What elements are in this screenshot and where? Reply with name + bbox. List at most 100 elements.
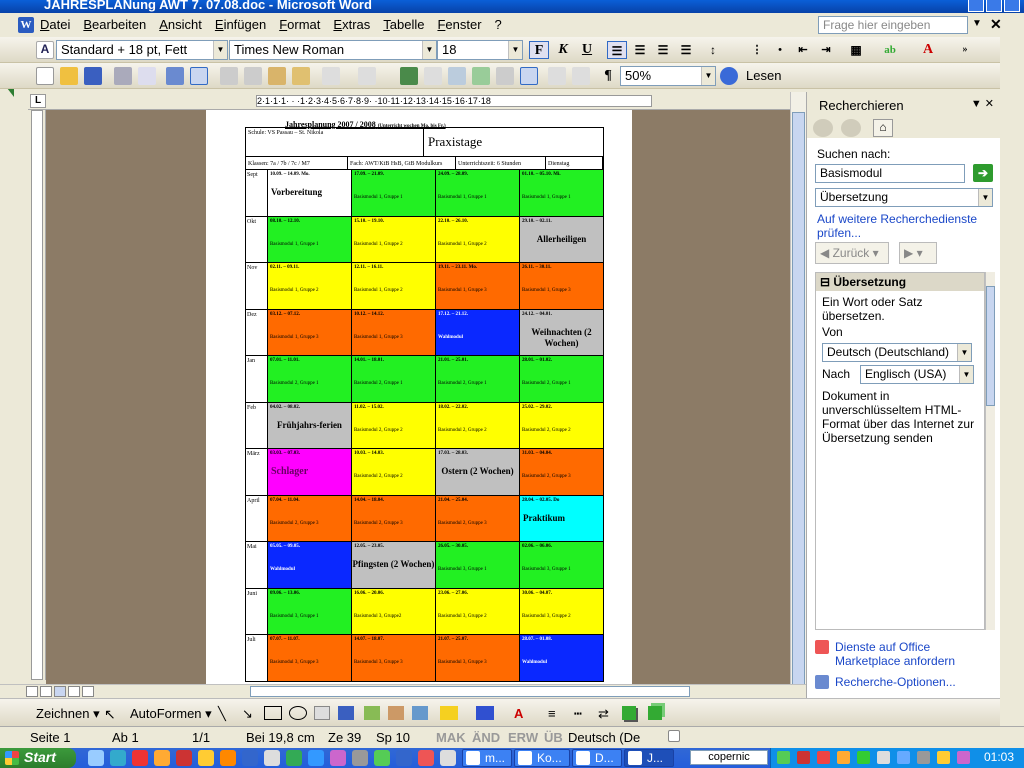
- week-cell[interactable]: 14.01. – 18.01. Basismodul 2, Gruppe 1: [351, 356, 436, 402]
- app-icon[interactable]: [286, 750, 302, 766]
- help-dropdown-icon[interactable]: ▼: [972, 18, 982, 29]
- week-cell[interactable]: 02.11. – 09.11. Basismodul 1, Gruppe 2: [267, 263, 352, 309]
- week-cell[interactable]: 07.04. – 11.04. Basismodul 2, Gruppe 3: [267, 495, 352, 541]
- tray-icon[interactable]: [817, 751, 830, 764]
- cut-icon[interactable]: [220, 67, 238, 85]
- week-cell[interactable]: 03.12. – 07.12. Basismodul 1, Gruppe 3: [267, 309, 352, 355]
- start-search-icon[interactable]: ➔: [973, 164, 993, 182]
- copy-icon[interactable]: [244, 67, 262, 85]
- dash-style-icon[interactable]: ┅: [574, 706, 582, 722]
- week-cell[interactable]: 17.12. – 21.12. Wahlmodul: [435, 309, 520, 355]
- taskbar-item[interactable]: m...: [462, 749, 512, 767]
- show-hide-icon[interactable]: [572, 67, 590, 85]
- taskbar-item-active[interactable]: J...: [624, 749, 674, 767]
- select-objects-icon[interactable]: ↖: [104, 706, 116, 723]
- research-icon[interactable]: [190, 67, 208, 85]
- columns-icon[interactable]: [496, 67, 514, 85]
- week-cell[interactable]: 21.01. – 25.01. Basismodul 2, Gruppe 1: [435, 356, 520, 402]
- insert-table-icon[interactable]: [448, 67, 466, 85]
- diagram-icon[interactable]: [364, 706, 380, 720]
- justify-icon[interactable]: ☰: [676, 41, 696, 59]
- word-doc-icon[interactable]: W: [18, 17, 34, 33]
- tables-borders-icon[interactable]: [424, 67, 442, 85]
- week-cell[interactable]: 21.07. – 25.07. Basismodul 3, Gruppe 3: [435, 635, 520, 681]
- 3d-icon[interactable]: [648, 706, 662, 720]
- week-cell[interactable]: 17.03. – 28.03. Ostern (2 Wochen): [435, 449, 520, 495]
- menu-item[interactable]: Tabelle: [383, 17, 424, 32]
- app-icon[interactable]: [396, 750, 412, 766]
- chevron-down-icon[interactable]: ▼: [957, 344, 971, 361]
- clipart-icon[interactable]: [388, 706, 404, 720]
- start-button[interactable]: Start: [0, 748, 76, 768]
- tray-icon[interactable]: [797, 751, 810, 764]
- from-language-select[interactable]: Deutsch (Deutschland) ▼: [822, 343, 972, 362]
- maximize-button[interactable]: [986, 0, 1002, 12]
- chevron-down-icon[interactable]: ▼: [508, 41, 522, 59]
- oval-icon[interactable]: [289, 706, 307, 720]
- week-cell[interactable]: 15.10. – 19.10. Basismodul 1, Gruppe 2: [351, 216, 436, 262]
- week-cell[interactable]: 04.02. – 08.02. Frühjahrs-ferien: [267, 402, 352, 448]
- fill-color-icon[interactable]: [440, 706, 458, 720]
- font-color-icon[interactable]: A: [918, 41, 938, 59]
- week-cell[interactable]: 30.06. – 04.07. Basismodul 3, Gruppe 2: [520, 588, 605, 634]
- underline-button[interactable]: U: [577, 41, 597, 59]
- week-cell[interactable]: 07.07. – 11.07. Basismodul 3, Gruppe 3: [267, 635, 352, 681]
- draw-menu-button[interactable]: Zeichnen ▾: [36, 706, 100, 722]
- tray-icon[interactable]: [937, 751, 950, 764]
- tray-icon[interactable]: [957, 751, 970, 764]
- textbox-icon[interactable]: [314, 706, 330, 720]
- app-icon[interactable]: [176, 750, 192, 766]
- menu-item[interactable]: Ansicht: [159, 17, 202, 32]
- borders-icon[interactable]: ▦: [846, 41, 866, 59]
- app-icon[interactable]: [308, 750, 324, 766]
- home-icon[interactable]: ⌂: [873, 119, 893, 137]
- more-services-link[interactable]: Auf weitere Recherchedienste prüfen...: [817, 212, 993, 240]
- undo-icon[interactable]: [322, 67, 340, 85]
- to-language-select[interactable]: Englisch (USA) ▼: [860, 365, 974, 384]
- line-style-icon[interactable]: ≡: [548, 706, 556, 721]
- app-icon[interactable]: [330, 750, 346, 766]
- zoom-combo[interactable]: 50% ▼: [620, 66, 716, 86]
- tray-icon[interactable]: [877, 751, 890, 764]
- status-extend[interactable]: ERW: [508, 730, 538, 745]
- week-cell[interactable]: 24.12. – 04.01. Weihnachten (2 Wochen): [520, 309, 605, 355]
- spelling-icon[interactable]: [166, 67, 184, 85]
- week-cell[interactable]: 08.10. – 12.10. Basismodul 1, Gruppe 1: [267, 216, 352, 262]
- word-icon[interactable]: [242, 750, 258, 766]
- menu-item[interactable]: Datei: [40, 17, 70, 32]
- week-cell[interactable]: 10.09. – 14.09. Mo. Vorbereitung: [267, 170, 352, 216]
- help-icon[interactable]: [720, 67, 738, 85]
- tray-icon[interactable]: [857, 751, 870, 764]
- app-icon[interactable]: [418, 750, 434, 766]
- italic-button[interactable]: K: [553, 41, 573, 59]
- service-select[interactable]: Übersetzung ▼: [815, 188, 993, 207]
- task-pane-scrollbar[interactable]: [985, 272, 995, 630]
- chevron-down-icon[interactable]: ▼: [959, 366, 973, 383]
- line-color-icon[interactable]: [476, 706, 494, 720]
- autoshapes-button[interactable]: AutoFormen ▾: [130, 706, 212, 722]
- status-macro[interactable]: MAK: [436, 730, 466, 745]
- highlight-icon[interactable]: ab: [880, 41, 900, 59]
- rectangle-icon[interactable]: [264, 706, 282, 720]
- numbering-icon[interactable]: ⋮: [747, 41, 767, 59]
- forward-button[interactable]: ▶ ▾: [899, 242, 937, 264]
- search-input[interactable]: Basismodul: [815, 164, 965, 183]
- taskbar-item[interactable]: D...: [572, 749, 622, 767]
- chevron-down-icon[interactable]: ▼: [701, 67, 715, 85]
- app-icon[interactable]: [154, 750, 170, 766]
- bold-button[interactable]: F: [529, 41, 549, 59]
- week-cell[interactable]: 22.10. – 26.10. Basismodul 1, Gruppe 2: [435, 216, 520, 262]
- styles-pane-icon[interactable]: A: [36, 41, 54, 59]
- style-combo[interactable]: Standard + 18 pt, Fett ▼: [56, 40, 228, 60]
- tray-icon[interactable]: [777, 751, 790, 764]
- marketplace-link[interactable]: Dienste auf Office Marketplace anfordern: [835, 640, 995, 668]
- tray-icon[interactable]: [897, 751, 910, 764]
- status-overwrite[interactable]: ÜB: [544, 730, 563, 745]
- week-cell[interactable]: 21.04. – 25.04. Basismodul 2, Gruppe 3: [435, 495, 520, 541]
- document-page[interactable]: Jahresplanung 2007 / 2008 (Unterricht wo…: [206, 110, 632, 684]
- week-cell[interactable]: 10.12. – 14.12. Basismodul 1, Gruppe 3: [351, 309, 436, 355]
- line-spacing-icon[interactable]: ↕: [703, 41, 723, 59]
- week-cell[interactable]: 23.06. – 27.06. Basismodul 3, Gruppe 2: [435, 588, 520, 634]
- tray-icon[interactable]: [917, 751, 930, 764]
- normal-view-button[interactable]: [26, 686, 38, 697]
